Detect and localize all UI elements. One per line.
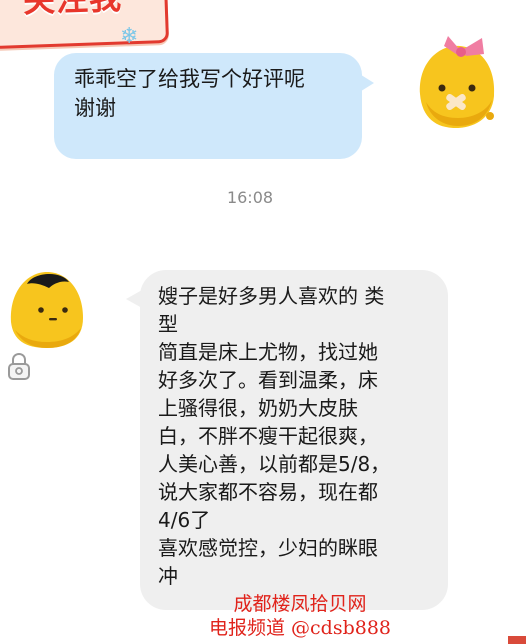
avatar-contact[interactable] (5, 266, 87, 350)
banner-text: 关注我 (0, 0, 153, 22)
avatar-self[interactable] (410, 32, 500, 132)
watermark-line-1: 成都楼凤拾贝网 (233, 593, 367, 615)
corner-mark (508, 636, 526, 644)
incoming-message-text: 嫂子是好多男人喜欢的 类 型 简直是床上尤物，找过她 好多次了。看到温柔，床 上… (158, 284, 391, 588)
yellow-blob-avatar-icon (419, 36, 495, 128)
yellow-blob-avatar-icon (10, 272, 83, 348)
outgoing-message-bubble[interactable]: 乖乖空了给我写个好评呢 谢谢 (54, 53, 374, 159)
watermark: 成都楼凤拾贝网 电报频道 @cdsb888 (170, 592, 430, 640)
top-banner-sticker: 关注我 (0, 0, 170, 50)
incoming-message-bubble[interactable]: 嫂子是好多男人喜欢的 类 型 简直是床上尤物，找过她 好多次了。看到温柔，床 上… (126, 270, 448, 610)
snowflake-icon: ❄ (120, 24, 139, 49)
message-timestamp: 16:08 (226, 188, 274, 207)
outgoing-message-text: 乖乖空了给我写个好评呢 谢谢 (74, 67, 305, 120)
lock-icon (8, 352, 30, 380)
watermark-line-2: 电报频道 @cdsb888 (208, 617, 392, 639)
